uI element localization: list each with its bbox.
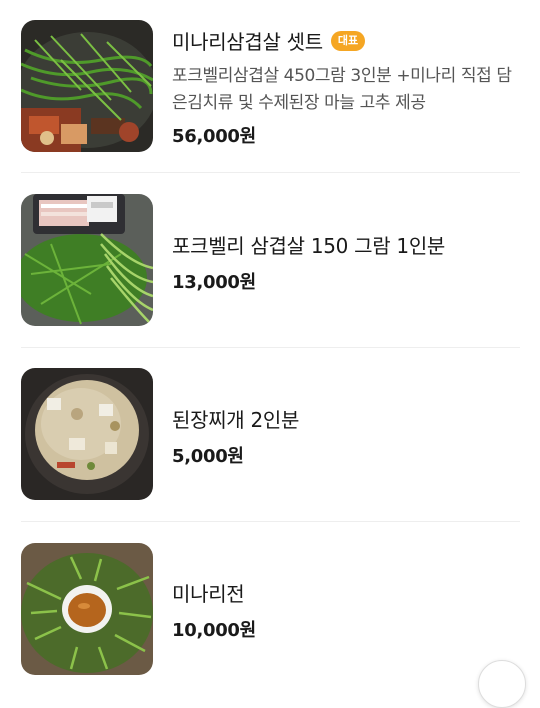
- menu-item-info: 포크벨리 삼겹살 150 그람 1인분 13,000원: [172, 230, 520, 294]
- doenjang-stew-image: [21, 368, 153, 500]
- menu-item-name: 미나리삼겹살 셋트: [172, 30, 323, 54]
- menu-item-price: 10,000원: [172, 620, 256, 641]
- menu-item-name: 포크벨리 삼겹살 150 그람 1인분: [172, 234, 446, 258]
- menu-item-info: 미나리삼겹살 셋트 대표 포크벨리삼겹살 450그람 3인분 +미나리 직접 담…: [172, 26, 520, 148]
- menu-item[interactable]: 미나리전 10,000원: [0, 522, 540, 675]
- menu-item-description: 포크벨리삼겹살 450그람 3인분 +미나리 직접 담은김치류 및 수제된장 마…: [172, 66, 512, 113]
- menu-item-info: 미나리전 10,000원: [172, 578, 520, 642]
- menu-item-name: 미나리전: [172, 582, 245, 606]
- scroll-to-top-button[interactable]: [478, 660, 526, 708]
- menu-item-price: 13,000원: [172, 272, 256, 293]
- menu-item-price: 5,000원: [172, 446, 244, 467]
- menu-item-price: 56,000원: [172, 126, 256, 147]
- menu-item-image[interactable]: [21, 20, 153, 152]
- menu-item-info: 된장찌개 2인분 5,000원: [172, 404, 520, 468]
- menu-item[interactable]: 미나리삼겹살 셋트 대표 포크벨리삼겹살 450그람 3인분 +미나리 직접 담…: [0, 0, 540, 172]
- grilled-pork-belly-image: [21, 20, 153, 152]
- minari-pancake-image: [21, 543, 153, 675]
- menu-item-image[interactable]: [21, 194, 153, 326]
- signature-badge: 대표: [330, 30, 366, 51]
- menu-item-image[interactable]: [21, 368, 153, 500]
- menu-item[interactable]: 된장찌개 2인분 5,000원: [0, 348, 540, 521]
- pork-belly-minari-image: [21, 194, 153, 326]
- menu-item-name: 된장찌개 2인분: [172, 408, 300, 432]
- menu-item-title-row: 미나리삼겹살 셋트 대표: [172, 26, 520, 55]
- menu-item-image[interactable]: [21, 543, 153, 675]
- menu-item[interactable]: 포크벨리 삼겹살 150 그람 1인분 13,000원: [0, 173, 540, 347]
